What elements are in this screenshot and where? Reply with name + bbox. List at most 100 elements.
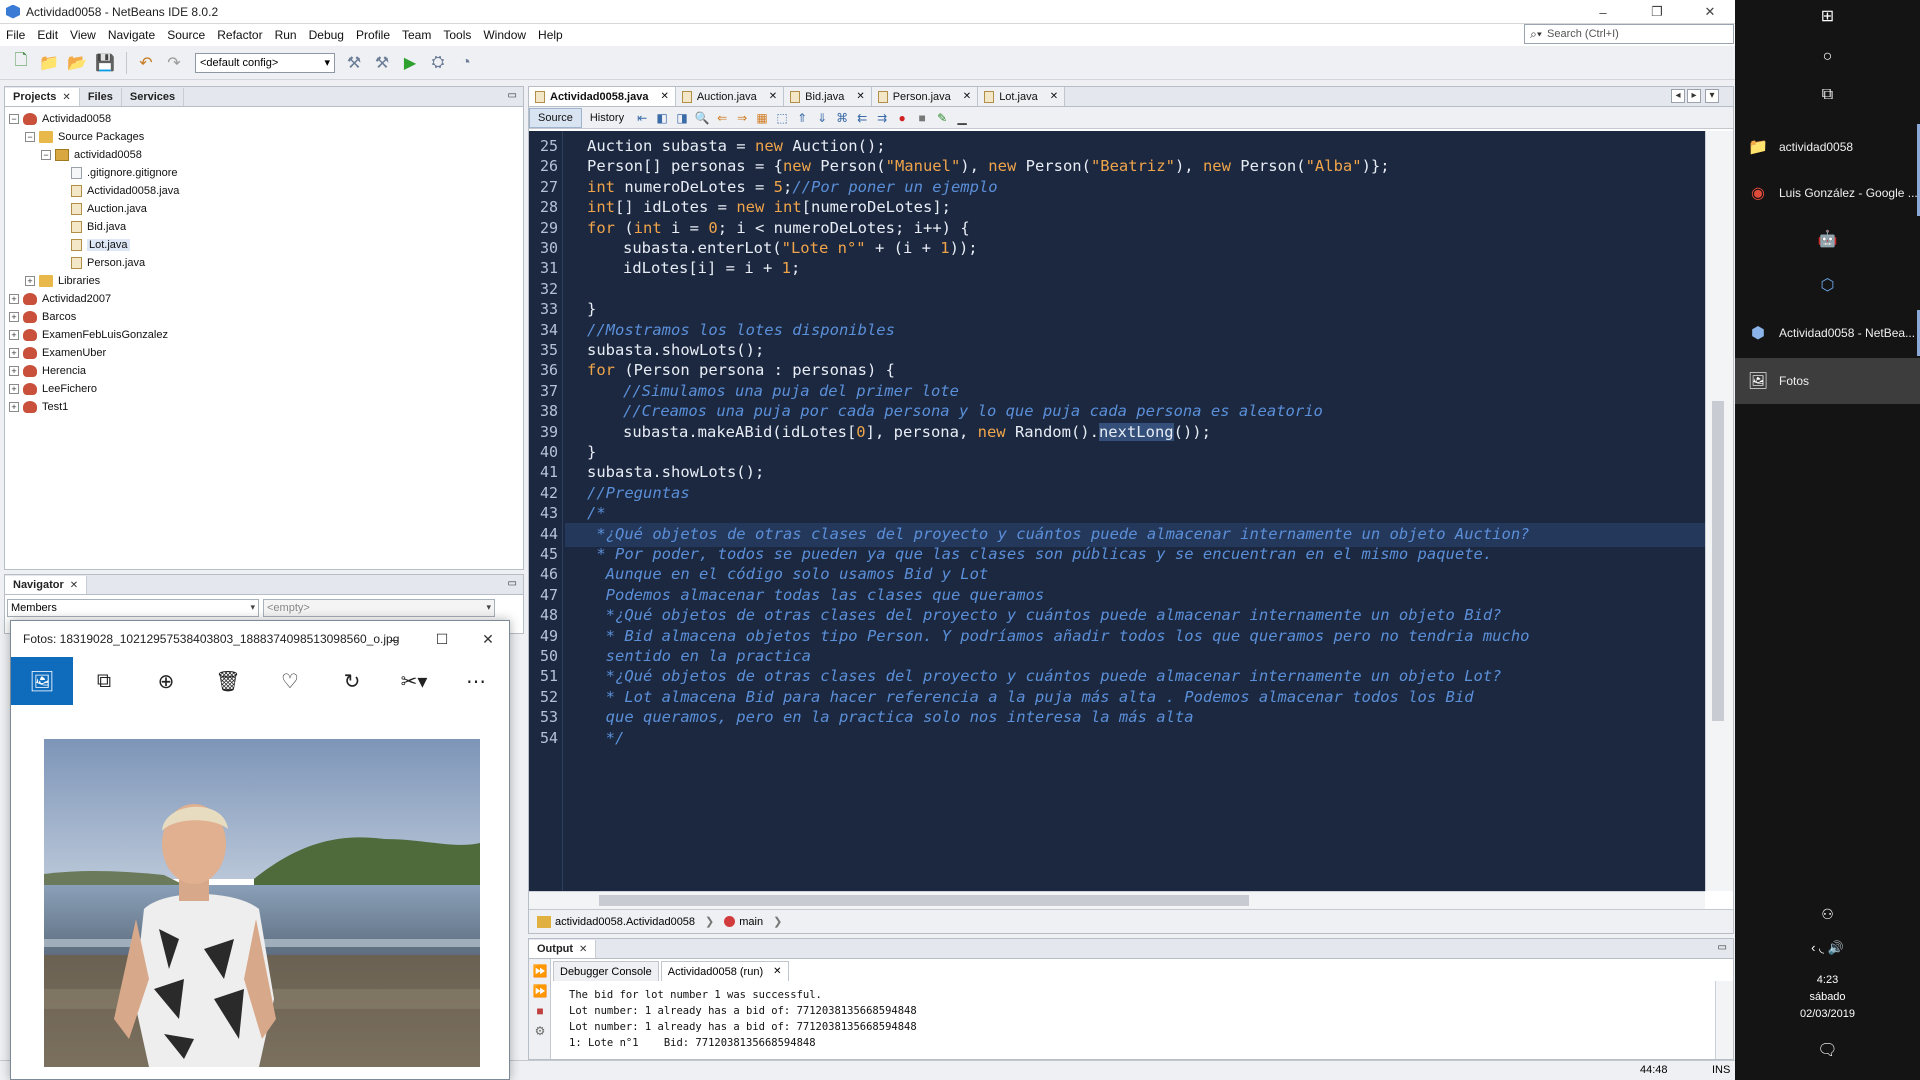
expand-icon[interactable]: + bbox=[9, 366, 19, 376]
menu-view[interactable]: View bbox=[64, 28, 102, 42]
back-icon[interactable]: ◧ bbox=[652, 109, 672, 127]
task-view-icon[interactable]: ⧉ bbox=[1735, 86, 1920, 104]
tree-item[interactable]: Bid.java bbox=[9, 218, 519, 236]
taskbar-item[interactable]: ⬢ Actividad0058 - NetBea... bbox=[1735, 310, 1920, 356]
show-opened-documents-icon[interactable]: ▾ bbox=[1705, 89, 1719, 103]
rerun-with-params-icon[interactable]: ⏩ bbox=[532, 983, 548, 999]
tree-item[interactable]: + Barcos bbox=[9, 308, 519, 326]
system-tray-icons[interactable]: ‹ ◟ 🔊 bbox=[1735, 940, 1920, 956]
debug-icon[interactable]: ⛭ bbox=[425, 50, 451, 76]
expand-icon[interactable]: + bbox=[9, 294, 19, 304]
menu-debug[interactable]: Debug bbox=[303, 28, 350, 42]
tree-item[interactable]: − Actividad0058 bbox=[9, 110, 519, 128]
minimize-button[interactable]: – bbox=[371, 621, 417, 657]
expand-icon[interactable]: + bbox=[9, 312, 19, 322]
close-button[interactable]: ✕ bbox=[1690, 0, 1730, 24]
tree-item[interactable]: + ExamenFebLuisGonzalez bbox=[9, 326, 519, 344]
tree-item[interactable]: − Source Packages bbox=[9, 128, 519, 146]
code-area[interactable]: 25 26 27 28 29 30 31 32 33 34 35 36 37 38 39 40 41 42 43 44… bbox=[529, 131, 1705, 891]
close-icon[interactable]: ✕ bbox=[856, 91, 864, 102]
zoom-icon[interactable]: ⊕ bbox=[135, 657, 197, 705]
save-all-icon[interactable]: 💾 bbox=[92, 50, 118, 76]
scroll-thumb[interactable] bbox=[599, 895, 1249, 906]
next-bookmark-icon[interactable]: ⇓ bbox=[812, 109, 832, 127]
breadcrumb-class[interactable]: actividad0058.Actividad0058 bbox=[555, 916, 695, 928]
collapse-icon[interactable]: − bbox=[41, 150, 51, 160]
scroll-thumb[interactable] bbox=[1712, 401, 1724, 721]
profile-icon[interactable]: ◔ bbox=[453, 50, 479, 76]
rotate-icon[interactable]: ↻ bbox=[321, 657, 383, 705]
favorite-icon[interactable]: ♡ bbox=[259, 657, 321, 705]
shift-left-icon[interactable]: ⇇ bbox=[852, 109, 872, 127]
menu-tools[interactable]: Tools bbox=[437, 28, 477, 42]
tree-item[interactable]: Person.java bbox=[9, 254, 519, 272]
filter-select[interactable]: <empty> ▾ bbox=[263, 599, 495, 617]
tab-files[interactable]: Files bbox=[80, 88, 122, 106]
breadcrumb-method[interactable]: main bbox=[739, 916, 763, 928]
shift-right-icon[interactable]: ⇉ bbox=[872, 109, 892, 127]
stop-macro-icon[interactable]: ■ bbox=[912, 109, 932, 127]
minimize-button[interactable]: – bbox=[1583, 0, 1623, 24]
editor-tab[interactable]: Auction.java ✕ bbox=[675, 87, 785, 106]
horizontal-scrollbar[interactable] bbox=[529, 891, 1705, 909]
tree-item[interactable]: Auction.java bbox=[9, 200, 519, 218]
menu-help[interactable]: Help bbox=[532, 28, 569, 42]
stop-icon[interactable]: ■ bbox=[532, 1003, 548, 1019]
config-select[interactable]: <default config> ▾ bbox=[195, 52, 335, 73]
close-icon[interactable]: ✕ bbox=[769, 91, 777, 102]
maximize-button[interactable]: ☐ bbox=[419, 621, 465, 657]
slideshow-icon[interactable]: ⧉ bbox=[73, 657, 135, 705]
uncomment-icon[interactable]: ▁ bbox=[952, 109, 972, 127]
menu-profile[interactable]: Profile bbox=[350, 28, 396, 42]
delete-icon[interactable]: 🗑 bbox=[197, 657, 259, 705]
minimize-panel-icon[interactable]: ▭ bbox=[1718, 942, 1727, 953]
menu-team[interactable]: Team bbox=[396, 28, 437, 42]
start-icon[interactable]: ⊞ bbox=[1735, 6, 1920, 26]
taskbar-item[interactable]: 🖼 Fotos bbox=[1735, 358, 1920, 404]
last-edit-icon[interactable]: ⇤ bbox=[632, 109, 652, 127]
editor-tab[interactable]: Lot.java ✕ bbox=[978, 87, 1066, 106]
start-macro-icon[interactable]: ● bbox=[892, 109, 912, 127]
tab-navigator[interactable]: Navigator ✕ bbox=[5, 576, 88, 594]
tree-item[interactable]: Lot.java bbox=[9, 236, 519, 254]
close-icon[interactable]: ✕ bbox=[660, 91, 668, 102]
expand-icon[interactable]: + bbox=[9, 348, 19, 358]
menu-run[interactable]: Run bbox=[269, 28, 303, 42]
tab-output[interactable]: Output ✕ bbox=[529, 940, 597, 958]
maximize-button[interactable]: ❐ bbox=[1637, 0, 1677, 24]
editor-tab[interactable]: Person.java ✕ bbox=[871, 87, 979, 106]
tree-item[interactable]: + Test1 bbox=[9, 398, 519, 416]
taskbar-item[interactable]: 🤖 bbox=[1735, 216, 1920, 262]
menu-window[interactable]: Window bbox=[477, 28, 532, 42]
tab-debugger-console[interactable]: Debugger Console bbox=[553, 961, 659, 981]
minimize-panel-icon[interactable]: ▭ bbox=[508, 90, 517, 101]
expand-icon[interactable]: + bbox=[25, 276, 35, 286]
clock[interactable]: 4:23 sábado 02/03/2019 bbox=[1735, 972, 1920, 1023]
members-select[interactable]: Members ▾ bbox=[7, 599, 259, 617]
comment-icon[interactable]: ✎ bbox=[932, 109, 952, 127]
tree-item[interactable]: Actividad0058.java bbox=[9, 182, 519, 200]
taskbar-item[interactable]: ◉ Luis González - Google ... bbox=[1735, 170, 1920, 216]
menu-refactor[interactable]: Refactor bbox=[211, 28, 268, 42]
minimize-panel-icon[interactable]: ▭ bbox=[508, 578, 517, 589]
notifications-icon[interactable]: 🗨 bbox=[1735, 1040, 1920, 1060]
open-project-icon[interactable]: 📂 bbox=[64, 50, 90, 76]
vertical-scrollbar[interactable] bbox=[1715, 981, 1733, 1059]
run-icon[interactable]: ▶ bbox=[397, 50, 423, 76]
vertical-scrollbar[interactable] bbox=[1705, 131, 1733, 891]
toggle-highlight-icon[interactable]: ▦ bbox=[752, 109, 772, 127]
menu-file[interactable]: File bbox=[0, 28, 31, 42]
toggle-selection-icon[interactable]: ⬚ bbox=[772, 109, 792, 127]
toggle-bookmark-icon[interactable]: ⌘ bbox=[832, 109, 852, 127]
search-input[interactable]: ⌕▾ Search (Ctrl+I) bbox=[1524, 24, 1734, 44]
find-previous-icon[interactable]: ⇐ bbox=[712, 109, 732, 127]
tree-item[interactable]: − actividad0058 bbox=[9, 146, 519, 164]
find-icon[interactable]: 🔍 bbox=[692, 109, 712, 127]
forward-icon[interactable]: ◨ bbox=[672, 109, 692, 127]
close-icon[interactable]: ✕ bbox=[1050, 91, 1058, 102]
tree-item[interactable]: + ExamenUber bbox=[9, 344, 519, 362]
new-file-icon[interactable]: 🗋 bbox=[8, 50, 34, 76]
tab-services[interactable]: Services bbox=[122, 88, 185, 106]
redo-icon[interactable]: ↷ bbox=[161, 50, 187, 76]
menu-source[interactable]: Source bbox=[161, 28, 211, 42]
